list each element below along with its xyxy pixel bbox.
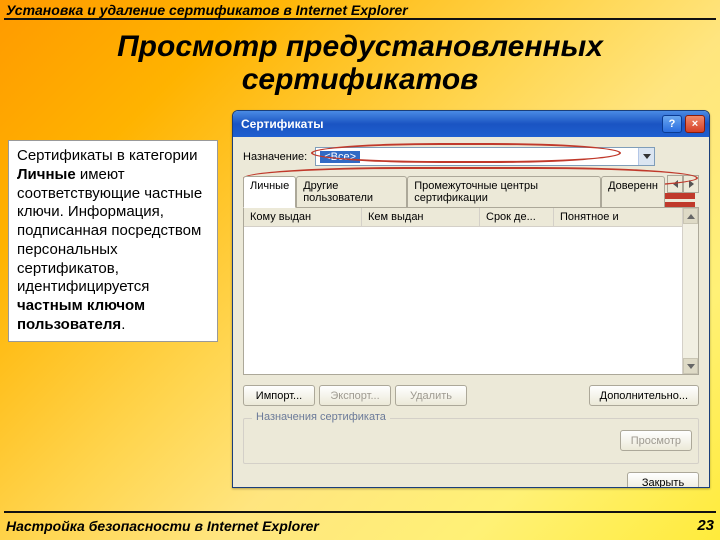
close-icon: ×: [692, 118, 698, 130]
slide-topline: Установка и удаление сертификатов в Inte…: [0, 0, 720, 18]
advanced-button[interactable]: Дополнительно...: [589, 385, 699, 406]
scrollbar[interactable]: [682, 208, 698, 374]
chevron-right-icon: [689, 180, 694, 188]
col-expiry[interactable]: Срок де...: [480, 208, 554, 226]
col-issued-to[interactable]: Кому выдан: [244, 208, 362, 226]
side-text-3: .: [121, 316, 125, 333]
side-bold-1: Личные: [17, 166, 76, 183]
help-icon: ?: [669, 118, 676, 130]
chevron-left-icon: [673, 180, 678, 188]
dialog-title: Сертификаты: [241, 117, 323, 131]
chevron-down-icon: [638, 148, 654, 165]
purpose-value: <Все>: [320, 151, 360, 163]
group-label: Назначения сертификата: [252, 411, 390, 423]
purpose-label: Назначение:: [243, 151, 307, 163]
tab-trusted[interactable]: Доверенн: [601, 176, 665, 208]
side-bold-2: частным ключом пользователя: [17, 297, 145, 333]
footer: Настройка безопасности в Internet Explor…: [0, 517, 720, 536]
remove-button[interactable]: Удалить: [395, 385, 467, 406]
col-friendly-name[interactable]: Понятное и: [554, 208, 698, 226]
divider: [4, 18, 716, 20]
list-header: Кому выдан Кем выдан Срок де... Понятное…: [244, 208, 698, 227]
scroll-up-button[interactable]: [683, 208, 698, 224]
slide-title: Просмотр предустановленных сертификатов: [0, 26, 720, 110]
help-button[interactable]: ?: [662, 115, 682, 133]
tab-scroll-left[interactable]: [667, 175, 683, 193]
side-text-2: имеют соответствующие частные ключи. Инф…: [17, 166, 202, 296]
purpose-group: Назначения сертификата Просмотр: [243, 418, 699, 464]
tab-intermediate-ca[interactable]: Промежуточные центры сертификации: [407, 176, 601, 208]
titlebar[interactable]: Сертификаты ? ×: [233, 111, 709, 137]
certificates-list: Кому выдан Кем выдан Срок де... Понятное…: [243, 207, 699, 375]
purpose-select[interactable]: <Все>: [315, 147, 655, 166]
col-issued-by[interactable]: Кем выдан: [362, 208, 480, 226]
certificates-dialog: Сертификаты ? × Назначение: <Все> Личные…: [232, 110, 710, 488]
tabs: Личные Другие пользователи Промежуточные…: [243, 175, 699, 207]
import-button[interactable]: Импорт...: [243, 385, 315, 406]
tab-other-users[interactable]: Другие пользователи: [296, 176, 407, 208]
tab-personal[interactable]: Личные: [243, 176, 296, 208]
chevron-down-icon: [687, 364, 695, 369]
footer-text: Настройка безопасности в Internet Explor…: [6, 518, 319, 534]
scroll-down-button[interactable]: [683, 358, 698, 374]
tab-scroll-right[interactable]: [683, 175, 699, 193]
view-button[interactable]: Просмотр: [620, 430, 692, 451]
side-textbox: Сертификаты в категории Личные имеют соо…: [8, 140, 218, 342]
close-window-button[interactable]: ×: [685, 115, 705, 133]
page-number: 23: [697, 517, 714, 534]
export-button[interactable]: Экспорт...: [319, 385, 391, 406]
close-button[interactable]: Закрыть: [627, 472, 699, 488]
side-text-1: Сертификаты в категории: [17, 147, 198, 164]
chevron-up-icon: [687, 214, 695, 219]
